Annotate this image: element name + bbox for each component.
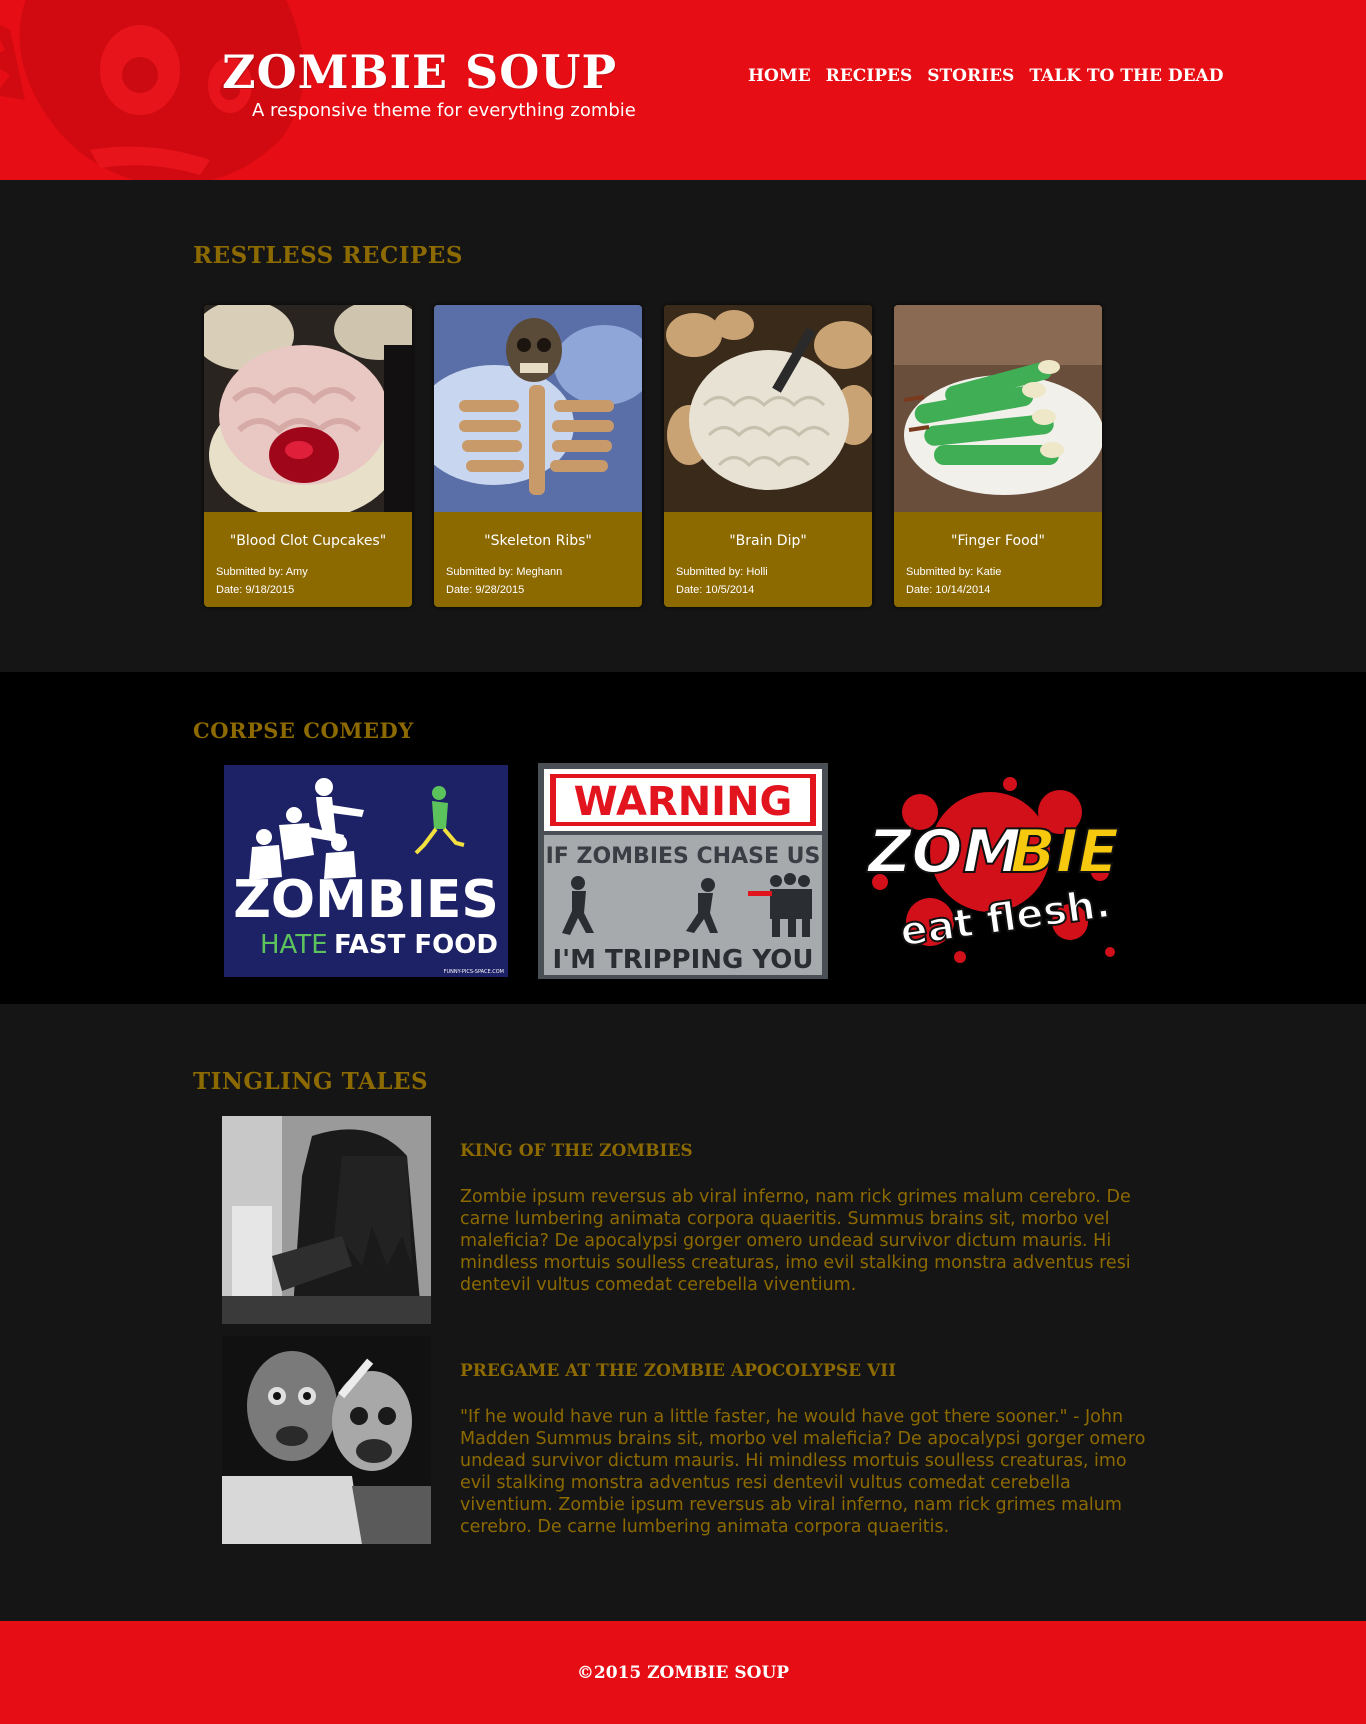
story-body: PREGAME AT THE ZOMBIE APOCOLYPSE VII "If… <box>460 1336 1150 1544</box>
recipe-date: Date: 9/18/2015 <box>216 584 295 596</box>
nav-stories[interactable]: STORIES <box>927 66 1014 86</box>
meme-credit-text: FUNNY-PICS-SPACE.COM <box>444 969 504 975</box>
recipe-meta: Submitted by: Katie Date: 10/14/2014 <box>906 563 1102 599</box>
copyright-text: ©2015 ZOMBIE SOUP <box>576 1662 790 1683</box>
recipe-name: "Skeleton Ribs" <box>484 533 592 549</box>
recipes-heading: RESTLESS RECIPES <box>193 242 463 269</box>
warning-line2-text: I'M TRIPPING YOU <box>552 945 813 975</box>
site-logo[interactable]: ZOMBIE SOUP <box>222 49 617 95</box>
recipe-date: Date: 10/5/2014 <box>676 584 755 596</box>
zombie-zom-text: ZOM <box>866 817 1022 887</box>
stories-section: TINGLING TALES KING OF THE ZOMBIES Zombi… <box>0 1004 1366 1621</box>
brain-dip-photo <box>664 305 872 512</box>
recipe-submitted-by: Submitted by: Katie <box>906 566 1002 578</box>
warning-sign-meme[interactable]: WARNING IF ZOMBIES CHASE US I'M TRIPPING… <box>538 763 828 979</box>
meme-fast-food-text: FAST FOOD <box>334 930 498 960</box>
recipe-date: Date: 10/14/2014 <box>906 584 991 596</box>
recipe-meta: Submitted by: Amy Date: 9/18/2015 <box>216 563 412 599</box>
warning-line1-text: IF ZOMBIES CHASE US <box>546 844 821 869</box>
nav-talk-to-the-dead[interactable]: TALK TO THE DEAD <box>1029 66 1223 86</box>
recipe-cards: "Blood Clot Cupcakes" Submitted by: Amy … <box>204 305 1102 607</box>
nav-home[interactable]: HOME <box>748 66 811 86</box>
meme-hate-text: HATE <box>260 930 328 960</box>
comedy-heading: CORPSE COMEDY <box>193 718 414 743</box>
cupcake-photo <box>204 305 412 520</box>
recipe-submitted-by: Submitted by: Meghann <box>446 566 563 578</box>
recipe-card[interactable]: "Blood Clot Cupcakes" Submitted by: Amy … <box>204 305 412 607</box>
recipe-meta: Submitted by: Holli Date: 10/5/2014 <box>676 563 872 599</box>
zombies-hate-fast-food-meme[interactable]: ZOMBIES HATE FAST FOOD FUNNY-PICS-SPACE.… <box>224 765 508 977</box>
recipe-name: "Brain Dip" <box>729 533 807 549</box>
story-title[interactable]: KING OF THE ZOMBIES <box>460 1141 1150 1161</box>
story-item: KING OF THE ZOMBIES Zombie ipsum reversu… <box>222 1116 1150 1324</box>
story-text: Zombie ipsum reversus ab viral inferno, … <box>460 1187 1131 1295</box>
warning-text: WARNING <box>574 779 793 825</box>
finger-food-photo <box>894 305 1102 512</box>
recipe-meta: Submitted by: Meghann Date: 9/28/2015 <box>446 563 642 599</box>
site-tagline: A responsive theme for everything zombie <box>252 100 636 121</box>
zombie-eat-flesh-meme[interactable]: ZOM BIE eat flesh. <box>860 772 1136 968</box>
recipes-section: RESTLESS RECIPES "Blood Clot Cupcakes" S… <box>0 180 1366 672</box>
recipe-submitted-by: Submitted by: Holli <box>676 566 768 578</box>
recipe-submitted-by: Submitted by: Amy <box>216 566 308 578</box>
site-footer: ©2015 ZOMBIE SOUP <box>0 1621 1366 1724</box>
zombie-bie-text: BIE <box>1010 817 1119 887</box>
story-body: KING OF THE ZOMBIES Zombie ipsum reversu… <box>460 1116 1150 1324</box>
recipe-name: "Blood Clot Cupcakes" <box>229 533 387 549</box>
nav-recipes[interactable]: RECIPES <box>826 66 913 86</box>
skeleton-ribs-photo <box>434 305 642 512</box>
rob-zombie-photo[interactable] <box>222 1116 431 1324</box>
story-item: PREGAME AT THE ZOMBIE APOCOLYPSE VII "If… <box>222 1336 1150 1544</box>
recipe-name: "Finger Food" <box>951 533 1045 549</box>
stories-heading: TINGLING TALES <box>193 1068 429 1095</box>
recipe-card[interactable]: "Finger Food" Submitted by: Katie Date: … <box>894 305 1102 607</box>
story-title[interactable]: PREGAME AT THE ZOMBIE APOCOLYPSE VII <box>460 1361 1150 1381</box>
story-text: "If he would have run a little faster, h… <box>460 1407 1146 1537</box>
meme-zombies-text: ZOMBIES <box>233 870 499 930</box>
recipe-date: Date: 9/28/2015 <box>446 584 525 596</box>
zombie-couple-photo[interactable] <box>222 1336 431 1544</box>
recipe-card[interactable]: "Brain Dip" Submitted by: Holli Date: 10… <box>664 305 872 607</box>
main-nav: HOME RECIPES STORIES TALK TO THE DEAD <box>748 66 1223 86</box>
recipe-card[interactable]: "Skeleton Ribs" Submitted by: Meghann Da… <box>434 305 642 607</box>
comedy-section: CORPSE COMEDY ZOMBIES HATE FAST FOOD FUN… <box>0 672 1366 1004</box>
site-header: ZOMBIE SOUP A responsive theme for every… <box>0 0 1366 180</box>
